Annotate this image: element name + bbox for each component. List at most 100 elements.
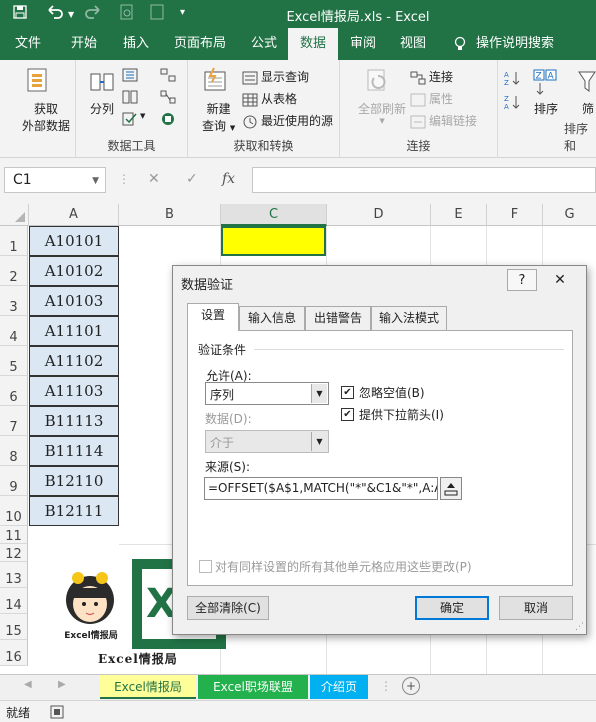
macro-record-icon[interactable] [50,705,64,722]
tab-ime-mode[interactable]: 输入法模式 [371,306,447,330]
relationships-icon[interactable] [160,90,176,104]
column-header-d[interactable]: D [327,204,431,226]
new-query-button[interactable]: 新建 查询 ▼ [202,100,235,134]
data-validation-icon[interactable] [122,112,138,126]
consolidate-icon[interactable] [160,68,176,82]
tab-insert[interactable]: 插入 [112,28,160,60]
row-header-6[interactable]: 6 [0,376,28,406]
column-header-g[interactable]: G [543,204,596,226]
data-select[interactable]: 介于 ▼ [205,430,329,453]
formula-bar-resize-icon[interactable]: ⋮ [118,172,130,186]
sheet-tab-workplace-alliance[interactable]: Excel职场联盟 [198,675,308,699]
remove-duplicates-icon[interactable] [122,90,138,104]
row-header-11[interactable]: 11 [0,526,28,544]
row-header-1[interactable]: 1 [0,226,28,256]
tab-view[interactable]: 视图 [388,28,438,60]
tab-error-alert[interactable]: 出错警告 [305,306,371,330]
tab-formulas[interactable]: 公式 [240,28,288,60]
connections-button[interactable]: 连接 [410,68,453,85]
insert-function-icon[interactable]: fx [222,171,235,187]
cell-a7[interactable]: B11113 [29,406,119,436]
apply-all-checkbox[interactable] [199,560,212,573]
row-header-15[interactable]: 15 [0,614,28,640]
edit-links-button[interactable]: 编辑链接 [410,112,477,129]
column-header-b[interactable]: B [119,204,221,226]
resize-grip-icon[interactable]: ⋰ [575,622,584,632]
data-model-icon[interactable] [160,112,176,126]
tab-page-layout[interactable]: 页面布局 [160,28,240,60]
from-table-button[interactable]: 从表格 [242,90,297,107]
cell-a5[interactable]: A11102 [29,346,119,376]
cell-c1[interactable] [221,226,326,256]
cell-a8[interactable]: B11114 [29,436,119,466]
row-header-5[interactable]: 5 [0,346,28,376]
data-dropdown-icon[interactable]: ▼ [311,432,327,451]
allow-select[interactable]: 序列 ▼ [205,382,329,405]
tab-input-message[interactable]: 输入信息 [239,306,305,330]
range-picker-button[interactable] [440,477,462,500]
tab-settings[interactable]: 设置 [187,303,239,331]
row-header-7[interactable]: 7 [0,406,28,436]
tab-review[interactable]: 审阅 [338,28,388,60]
sheet-tab-excel-intel[interactable]: Excel情报局 [100,675,196,699]
tab-home[interactable]: 开始 [56,28,112,60]
row-header-9[interactable]: 9 [0,466,28,496]
row-header-12[interactable]: 12 [0,544,28,562]
row-header-14[interactable]: 14 [0,588,28,614]
scroll-right-icon[interactable]: ▶ [58,679,66,690]
source-input[interactable]: =OFFSET($A$1,MATCH("*"&C1&"*",A:A, [204,477,438,500]
cell-a3[interactable]: A10103 [29,286,119,316]
clear-all-button[interactable]: 全部清除(C) [187,596,269,620]
column-header-e[interactable]: E [431,204,487,226]
column-header-f[interactable]: F [487,204,543,226]
allow-dropdown-icon[interactable]: ▼ [311,384,327,403]
ignore-blank-checkbox[interactable]: ✔ [341,386,354,399]
cell-a1[interactable]: A10101 [29,226,119,256]
sort-ascending-icon[interactable]: AZ [504,70,520,87]
close-button[interactable]: ✕ [545,269,575,291]
row-header-8[interactable]: 8 [0,436,28,466]
properties-button[interactable]: 属性 [410,90,453,107]
cancel-button[interactable]: 取消 [499,596,573,620]
select-all-corner[interactable] [0,204,29,226]
tell-me-search[interactable]: 操作说明搜索 [476,28,586,60]
help-button[interactable]: ? [507,269,537,291]
column-header-a[interactable]: A [29,204,119,226]
column-header-c[interactable]: C [221,204,327,226]
row-header-16[interactable]: 16 [0,640,28,666]
add-sheet-icon[interactable]: + [402,677,420,695]
row-header-3[interactable]: 3 [0,286,28,316]
get-external-data-button[interactable]: 获取 外部数据 [22,100,70,134]
tab-more-icon[interactable]: ⋮ [380,679,392,693]
tab-file[interactable]: 文件 [0,28,56,60]
recent-sources-button[interactable]: 最近使用的源 [242,112,333,129]
tab-data[interactable]: 数据 [288,28,338,60]
refresh-all-button[interactable]: 全部刷新 ▼ [358,100,406,125]
cell-a10[interactable]: B12111 [29,496,119,526]
cell-a6[interactable]: A11103 [29,376,119,406]
formula-input[interactable] [252,167,596,193]
ok-button[interactable]: 确定 [415,596,489,620]
cell-a2[interactable]: A10102 [29,256,119,286]
scroll-left-icon[interactable]: ◀ [24,679,32,690]
enter-formula-icon[interactable]: ✓ [186,171,198,187]
in-cell-dropdown-checkbox[interactable]: ✔ [341,408,354,421]
text-to-columns-button[interactable]: 分列 [90,100,114,117]
filter-button[interactable]: 筛 [582,100,594,117]
name-box-dropdown-icon[interactable]: ▼ [92,176,99,186]
validation-dropdown-icon[interactable]: ▼ [140,112,145,120]
cell-a4[interactable]: A11101 [29,316,119,346]
row-header-10[interactable]: 10 [0,496,28,526]
sheet-tab-intro[interactable]: 介绍页 [310,675,368,699]
sort-button[interactable]: 排序 [534,100,558,117]
show-queries-button[interactable]: 显示查询 [242,68,309,85]
row-header-2[interactable]: 2 [0,256,28,286]
cell-a9[interactable]: B12110 [29,466,119,496]
row-header-4[interactable]: 4 [0,316,28,346]
sort-descending-icon[interactable]: ZA [504,94,520,111]
group-get-external: 获取 外部数据 [0,60,76,158]
flash-fill-icon[interactable] [122,68,138,82]
row-header-13[interactable]: 13 [0,562,28,588]
name-box[interactable]: C1 ▼ [4,167,106,193]
cancel-formula-icon[interactable]: ✕ [148,171,160,187]
